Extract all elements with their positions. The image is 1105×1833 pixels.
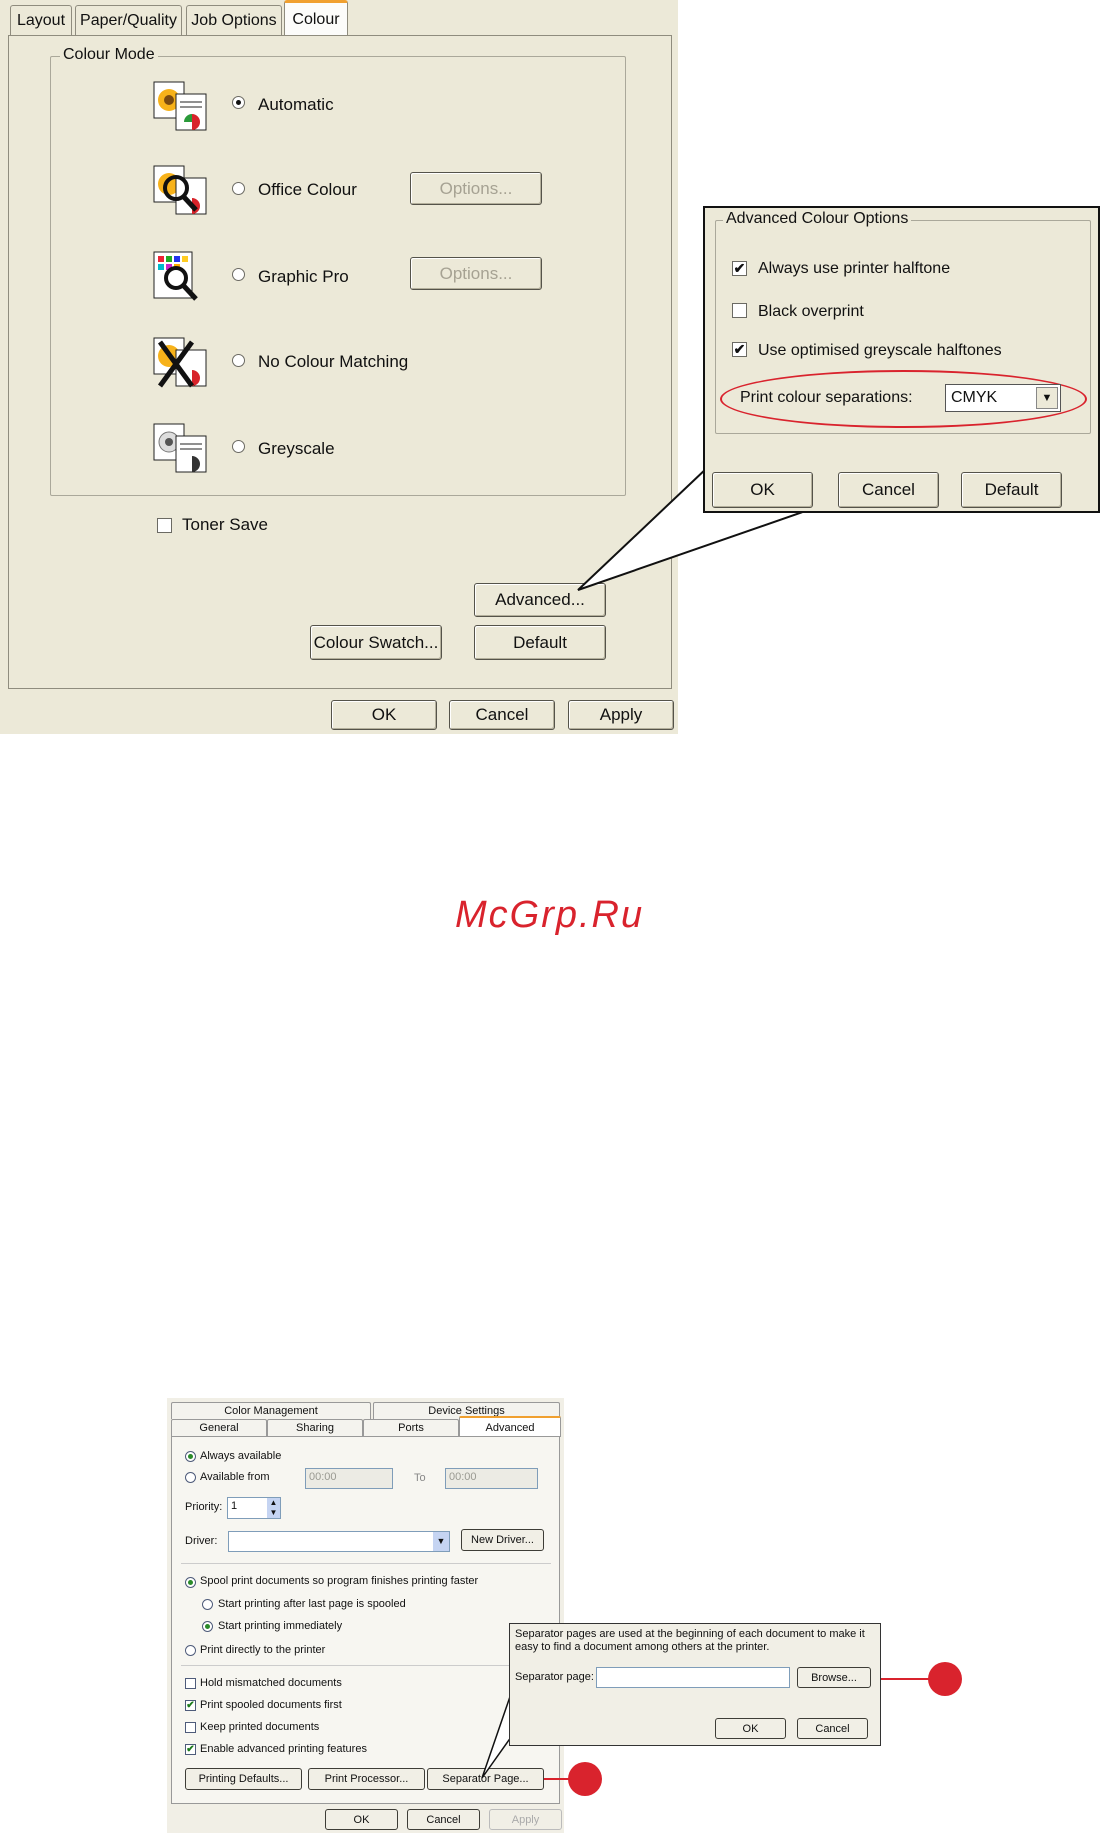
chevron-down-icon[interactable]: ▼ [1036, 387, 1058, 409]
driver-dropdown-icon[interactable]: ▼ [433, 1532, 449, 1551]
available-from-label: Available from [200, 1471, 270, 1483]
separations-select[interactable]: CMYK ▼ [945, 384, 1061, 412]
always-halftone-checkbox[interactable]: ✔ [732, 261, 747, 276]
available-from-radio[interactable] [185, 1472, 196, 1483]
black-overprint-checkbox[interactable] [732, 303, 747, 318]
printer-ok-button[interactable]: OK [325, 1809, 398, 1830]
printer-apply-button[interactable]: Apply [489, 1809, 562, 1830]
tab-general[interactable]: General [171, 1419, 267, 1436]
spool-radio[interactable] [185, 1577, 196, 1588]
tab-ports[interactable]: Ports [363, 1419, 459, 1436]
advanced-title: Advanced Colour Options [723, 210, 912, 228]
separations-label: Print colour separations: [740, 389, 913, 406]
advanced-ok-button[interactable]: OK [712, 472, 813, 508]
separator-cancel-button[interactable]: Cancel [797, 1718, 868, 1739]
separator-page-input[interactable] [596, 1667, 790, 1688]
printer-cancel-button[interactable]: Cancel [407, 1809, 480, 1830]
advanced-cancel-button[interactable]: Cancel [838, 472, 939, 508]
tab-advanced[interactable]: Advanced [459, 1416, 561, 1437]
separator-page-label: Separator page: [515, 1671, 594, 1683]
optimised-greyscale-checkbox[interactable]: ✔ [732, 342, 747, 357]
new-driver-button[interactable]: New Driver... [461, 1529, 544, 1551]
watermark: McGrp.Ru [455, 894, 645, 936]
advanced-default-button[interactable]: Default [961, 472, 1062, 508]
separator-ok-button[interactable]: OK [715, 1718, 786, 1739]
divider-1 [181, 1563, 551, 1564]
driver-label: Driver: [185, 1535, 218, 1547]
black-overprint-label: Black overprint [758, 303, 864, 320]
separator-page-popup: Separator pages are used at the beginnin… [509, 1623, 881, 1746]
always-available-radio[interactable] [185, 1451, 196, 1462]
advanced-colour-options-popup: Advanced Colour Options ✔ Always use pri… [703, 206, 1100, 513]
priority-spinner[interactable]: ▲ ▼ [267, 1498, 280, 1518]
optimised-greyscale-label: Use optimised greyscale halftones [758, 342, 1002, 359]
separator-description: Separator pages are used at the beginnin… [515, 1628, 865, 1653]
to-label: To [414, 1472, 426, 1484]
always-halftone-label: Always use printer halftone [758, 260, 951, 277]
callout-dot-2 [568, 1762, 602, 1796]
always-available-label: Always available [200, 1450, 282, 1462]
priority-label: Priority: [185, 1501, 223, 1513]
spool-label: Spool print documents so program finishe… [200, 1575, 479, 1587]
to-time-input[interactable]: 00:00 [445, 1468, 538, 1489]
callout-dot-1 [928, 1662, 962, 1696]
tab-sharing[interactable]: Sharing [267, 1419, 363, 1436]
browse-button[interactable]: Browse... [797, 1667, 871, 1688]
from-time-input[interactable]: 00:00 [305, 1468, 393, 1489]
driver-select[interactable] [228, 1531, 450, 1552]
separations-value: CMYK [951, 389, 998, 406]
tab-color-management[interactable]: Color Management [171, 1402, 371, 1419]
